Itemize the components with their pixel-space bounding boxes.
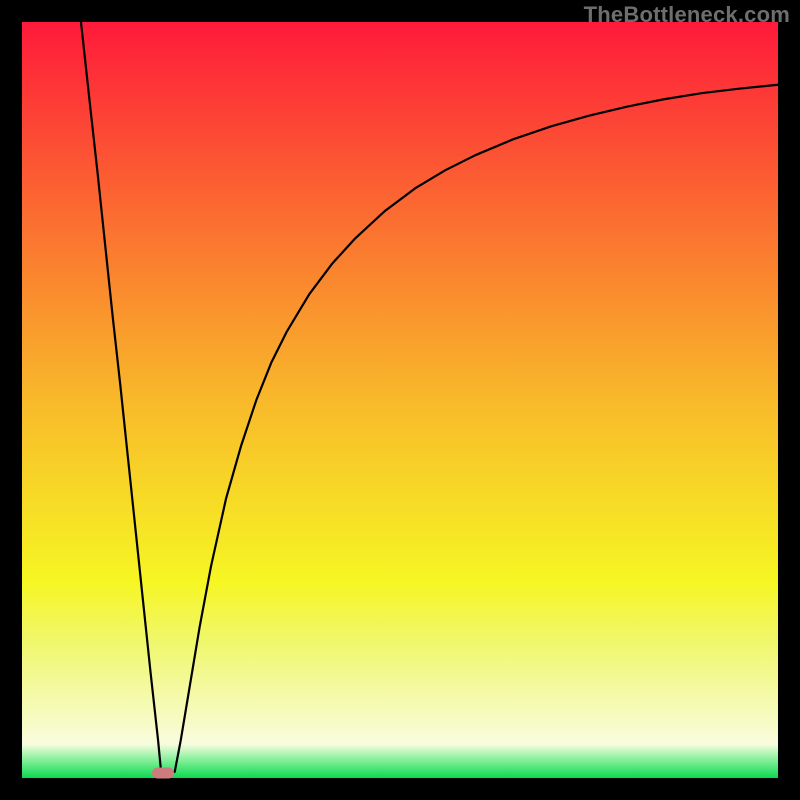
bottleneck-chart [22, 22, 778, 778]
optimal-point-marker [152, 767, 174, 778]
chart-frame: TheBottleneck.com [0, 0, 800, 800]
gradient-background [22, 22, 778, 778]
